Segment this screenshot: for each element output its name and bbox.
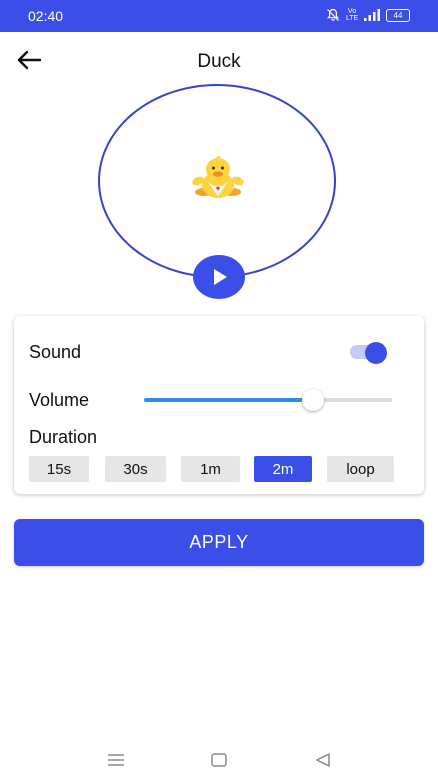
duration-option-30s[interactable]: 30s: [105, 456, 166, 482]
settings-card: Sound Volume Duration 15s 30s 1m 2m loop: [14, 316, 424, 494]
home-icon[interactable]: [207, 750, 231, 770]
status-time: 02:40: [28, 8, 64, 24]
system-nav-bar: [0, 740, 438, 780]
volume-slider-thumb[interactable]: [302, 389, 324, 411]
header: Duck: [0, 44, 438, 78]
sound-toggle[interactable]: [350, 342, 390, 364]
battery-level: 44: [393, 10, 403, 20]
back-triangle-icon[interactable]: [311, 750, 335, 770]
duration-label: Duration: [29, 427, 98, 447]
signal-icon: [364, 9, 380, 21]
sound-label: Sound: [29, 342, 82, 362]
sound-toggle-knob: [365, 342, 387, 364]
play-button[interactable]: [193, 255, 245, 299]
duck-icon: [192, 156, 244, 198]
status-bar: 02:40 Vo LTE 44: [0, 0, 438, 32]
duration-option-1m[interactable]: 1m: [181, 456, 240, 482]
mute-bell-icon: [327, 8, 339, 21]
battery-icon: 44: [386, 8, 410, 22]
volume-label: Volume: [29, 390, 90, 410]
apply-button[interactable]: APPLY: [14, 519, 424, 566]
volume-slider-fill: [144, 398, 313, 402]
menu-icon[interactable]: [104, 750, 128, 770]
status-icons: Vo LTE 44: [326, 8, 410, 22]
duration-option-2m[interactable]: 2m: [254, 456, 312, 482]
page-title: Duck: [197, 51, 241, 72]
volume-slider[interactable]: [144, 389, 392, 411]
network-label: Vo LTE: [346, 8, 359, 22]
play-icon: [214, 269, 227, 285]
duration-option-15s[interactable]: 15s: [29, 456, 89, 482]
duration-option-loop[interactable]: loop: [327, 456, 394, 482]
